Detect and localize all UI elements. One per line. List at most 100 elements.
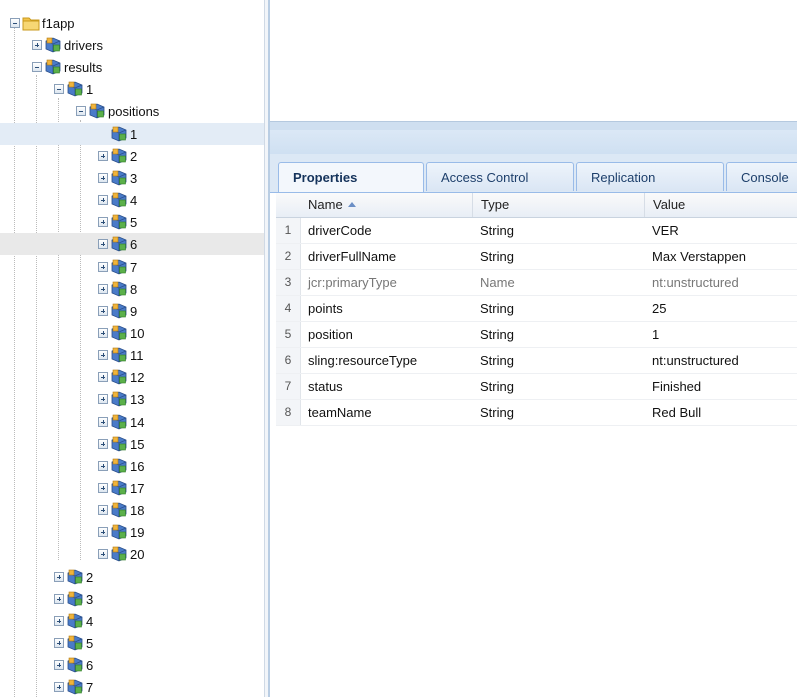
tree-node[interactable]: 19: [0, 521, 264, 543]
tree-node[interactable]: 4: [0, 610, 264, 632]
tree-node[interactable]: 6: [0, 233, 264, 255]
expand-toggle-icon[interactable]: [98, 284, 108, 294]
expand-toggle-icon[interactable]: [54, 616, 64, 626]
collapse-toggle-icon[interactable]: [32, 62, 42, 72]
tree-node[interactable]: 17: [0, 477, 264, 499]
tree-node[interactable]: 7: [0, 676, 264, 697]
tree-node[interactable]: 2: [0, 566, 264, 588]
expand-toggle-icon[interactable]: [54, 572, 64, 582]
tree-node-label: results: [64, 59, 103, 75]
expand-toggle-icon[interactable]: [54, 594, 64, 604]
node-icon: [110, 368, 128, 386]
tree-node-label: 1: [130, 126, 138, 142]
property-value-cell: VER: [652, 223, 679, 238]
property-value-cell: nt:unstructured: [652, 353, 739, 368]
property-row[interactable]: 2 driverFullName String Max Verstappen: [276, 244, 797, 270]
tree-node[interactable]: 15: [0, 433, 264, 455]
tree-node[interactable]: 1: [0, 123, 264, 145]
column-header-value[interactable]: Value: [644, 193, 797, 217]
expand-toggle-icon[interactable]: [98, 394, 108, 404]
tree-node[interactable]: 11: [0, 344, 264, 366]
expand-toggle-icon[interactable]: [54, 682, 64, 692]
expand-toggle-icon[interactable]: [98, 151, 108, 161]
tree-node-label: 10: [130, 325, 145, 341]
tree-node-label: 7: [86, 679, 94, 695]
node-icon: [66, 80, 84, 98]
tree-node[interactable]: 16: [0, 455, 264, 477]
tree-node[interactable]: 5: [0, 211, 264, 233]
expand-toggle-icon[interactable]: [98, 372, 108, 382]
grid-header: Name Type Value: [276, 193, 797, 218]
expand-toggle-icon[interactable]: [54, 638, 64, 648]
tree-node[interactable]: 5: [0, 632, 264, 654]
expand-toggle-icon[interactable]: [98, 173, 108, 183]
tab-label: Console: [741, 169, 789, 185]
tree-node[interactable]: 4: [0, 189, 264, 211]
column-header-label: Type: [481, 197, 510, 212]
tree-node-label: positions: [108, 103, 160, 119]
property-name-cell: teamName: [308, 405, 372, 420]
tab-console[interactable]: Console: [726, 162, 797, 191]
property-row[interactable]: 1 driverCode String VER: [276, 218, 797, 244]
property-value-cell: 1: [652, 327, 660, 342]
tree-node[interactable]: 3: [0, 167, 264, 189]
tree-node[interactable]: 10: [0, 322, 264, 344]
expand-toggle-icon[interactable]: [98, 195, 108, 205]
column-header-type[interactable]: Type: [472, 193, 644, 217]
expand-toggle-icon[interactable]: [98, 328, 108, 338]
node-icon: [66, 612, 84, 630]
tree-node[interactable]: 3: [0, 588, 264, 610]
expand-toggle-icon[interactable]: [98, 439, 108, 449]
node-icon: [110, 413, 128, 431]
tree-node[interactable]: drivers: [0, 34, 264, 56]
expand-toggle-icon[interactable]: [98, 549, 108, 559]
tree-node[interactable]: 6: [0, 654, 264, 676]
repository-tree: f1app drivers results 1 positions 1 2 3 4 5 6 7 8 9 1…: [0, 0, 264, 697]
expand-toggle-icon[interactable]: [98, 417, 108, 427]
property-row[interactable]: 8 teamName String Red Bull: [276, 400, 797, 426]
expand-toggle-icon[interactable]: [98, 461, 108, 471]
tree-node[interactable]: 1: [0, 78, 264, 100]
expand-toggle-icon[interactable]: [98, 217, 108, 227]
expand-toggle-icon[interactable]: [98, 527, 108, 537]
property-type-cell: String: [480, 223, 514, 238]
tab-replication[interactable]: Replication: [576, 162, 724, 191]
expand-toggle-icon[interactable]: [98, 505, 108, 515]
tree-node[interactable]: 18: [0, 499, 264, 521]
tree-node-f1app[interactable]: f1app: [0, 12, 264, 34]
tree-node[interactable]: 20: [0, 543, 264, 565]
tree-node[interactable]: 8: [0, 278, 264, 300]
expand-toggle-icon[interactable]: [98, 262, 108, 272]
expand-toggle-icon[interactable]: [32, 40, 42, 50]
expand-toggle-icon[interactable]: [54, 660, 64, 670]
tree-node[interactable]: 7: [0, 256, 264, 278]
tree-node[interactable]: positions: [0, 100, 264, 122]
property-row[interactable]: 3 jcr:primaryType Name nt:unstructured: [276, 270, 797, 296]
collapse-toggle-icon[interactable]: [10, 18, 20, 28]
folder-icon: [22, 17, 40, 31]
tree-node[interactable]: 2: [0, 145, 264, 167]
content-panel: Properties Access Control Replication Co…: [270, 0, 797, 697]
collapse-toggle-icon[interactable]: [54, 84, 64, 94]
tab-access-control[interactable]: Access Control: [426, 162, 574, 191]
row-number: 7: [276, 374, 301, 399]
tree-node[interactable]: 13: [0, 388, 264, 410]
tree-node[interactable]: 9: [0, 300, 264, 322]
collapse-toggle-icon[interactable]: [76, 106, 86, 116]
expand-toggle-icon[interactable]: [98, 239, 108, 249]
expand-toggle-icon[interactable]: [98, 350, 108, 360]
expand-toggle-icon[interactable]: [98, 306, 108, 316]
tree-node[interactable]: 12: [0, 366, 264, 388]
property-row[interactable]: 7 status String Finished: [276, 374, 797, 400]
tree-node[interactable]: 14: [0, 411, 264, 433]
tab-properties[interactable]: Properties: [278, 162, 424, 192]
tree-node-label: 14: [130, 414, 145, 430]
tree-node[interactable]: results: [0, 56, 264, 78]
node-icon: [66, 634, 84, 652]
column-header-label: Value: [653, 197, 686, 212]
property-row[interactable]: 6 sling:resourceType String nt:unstructured: [276, 348, 797, 374]
property-row[interactable]: 5 position String 1: [276, 322, 797, 348]
property-row[interactable]: 4 points String 25: [276, 296, 797, 322]
expand-toggle-icon[interactable]: [98, 483, 108, 493]
column-header-name[interactable]: Name: [300, 193, 472, 217]
